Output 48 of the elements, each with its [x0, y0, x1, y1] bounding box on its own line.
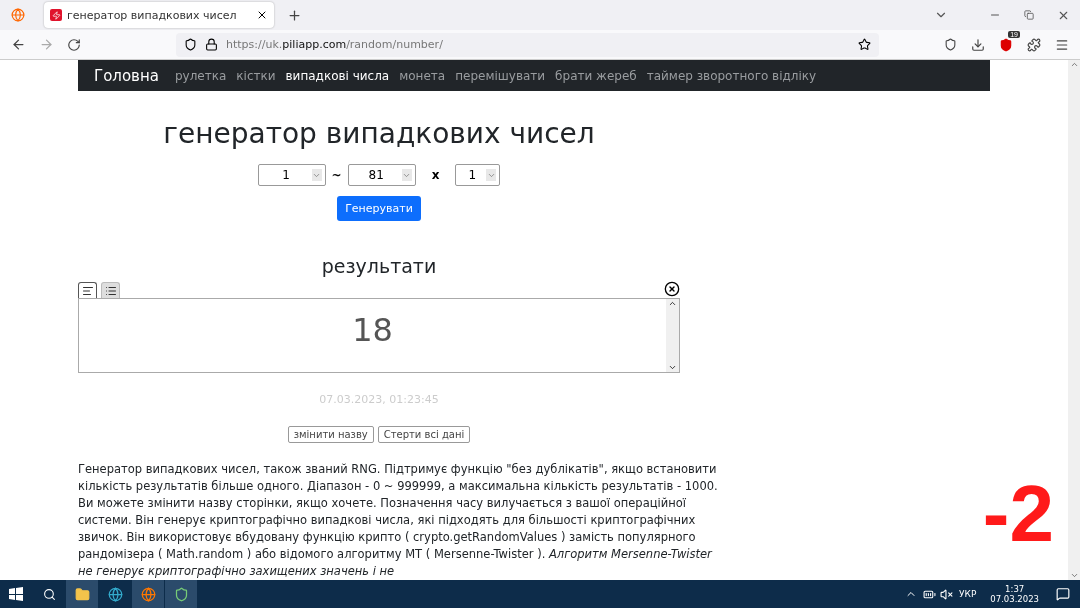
site-favicon-icon [50, 9, 62, 21]
description-paragraph: Генератор випадкових чисел, також званий RNG. Підтримує функцію "без дублікатів", якщо встановити кількість результатів більше одного. Діапазон - 0 ~ 999999, а максимальна кількість результатів - 1000. Ви можете змінити назву сторінки, якщо хочете. Позначення часу вилучається з вашої операційної системи. Він генерує криптографічно випадкові числа, які підходять для більшості криптографічних звичок. Він використовує вбудовану функцію крипто ( crypto.getRandomValues ) замість популярного рандомізера ( Math.random ) або відомого алгоритму MT ( Mersenne-Twister ). Алгоритм Mersenne-Twister не генерує криптографічно захищених значень і не [78, 461, 718, 580]
folder-icon[interactable] [66, 580, 98, 608]
scrollbar[interactable] [1068, 60, 1080, 580]
clear-data-button[interactable]: Стерти всі дані [377, 426, 471, 443]
shield-icon[interactable] [184, 38, 197, 51]
range-separator: ~ [331, 168, 342, 182]
shield-extension-icon[interactable] [999, 37, 1013, 52]
page-title: генератор випадкових чисел [163, 117, 595, 150]
rename-button[interactable]: змінити назву [287, 426, 374, 443]
browser-tab[interactable]: генератор випадкових чисел [44, 2, 274, 28]
clear-icon[interactable] [664, 281, 680, 297]
address-bar[interactable]: https://uk.piliapp.com/random/number/ [176, 32, 879, 57]
language-indicator[interactable]: УКР [959, 589, 977, 599]
max-input[interactable]: 81 [347, 164, 416, 186]
url-text: https://uk.piliapp.com/random/number/ [226, 38, 444, 51]
nav-link[interactable]: брати жереб [555, 68, 637, 83]
list-view-tab[interactable] [101, 282, 120, 298]
volume-muted-icon[interactable] [940, 587, 953, 601]
lock-icon [205, 38, 218, 51]
nav-link[interactable]: таймер зворотного відліку [646, 68, 817, 83]
clock[interactable]: 1:37 07.03.2023 [990, 584, 1039, 604]
scroll-up-icon[interactable] [1069, 60, 1079, 69]
list-icon [104, 284, 117, 297]
close-icon[interactable] [256, 9, 268, 21]
min-input[interactable]: 1 [257, 164, 326, 186]
times-sign: x [431, 168, 440, 182]
text-lines-icon [81, 284, 94, 297]
results-heading: результати [321, 255, 437, 277]
app-icon[interactable] [165, 580, 197, 608]
overlay-label: -2 [982, 468, 1054, 560]
brand-link[interactable]: Головна [94, 66, 159, 85]
scroll-down-icon[interactable] [668, 363, 677, 372]
generate-button[interactable]: Генерувати [337, 196, 421, 221]
scroll-down-icon[interactable] [1069, 571, 1079, 580]
result-number: 18 [352, 311, 393, 351]
spinner-icon[interactable] [401, 169, 412, 181]
tab-title: генератор випадкових чисел [67, 8, 238, 22]
text-view-tab[interactable] [78, 282, 97, 298]
bookmark-star-icon[interactable] [858, 38, 871, 51]
nav-link[interactable]: випадкові числа [285, 68, 390, 83]
nav-link[interactable]: перемішувати [455, 68, 546, 83]
spinner-icon[interactable] [486, 169, 497, 181]
nav-link[interactable]: кістки [236, 68, 276, 83]
scroll-up-icon[interactable] [668, 299, 677, 308]
spinner-icon[interactable] [311, 169, 322, 181]
nav-link[interactable]: монета [399, 68, 446, 83]
nav-link[interactable]: рулетка [174, 68, 227, 83]
